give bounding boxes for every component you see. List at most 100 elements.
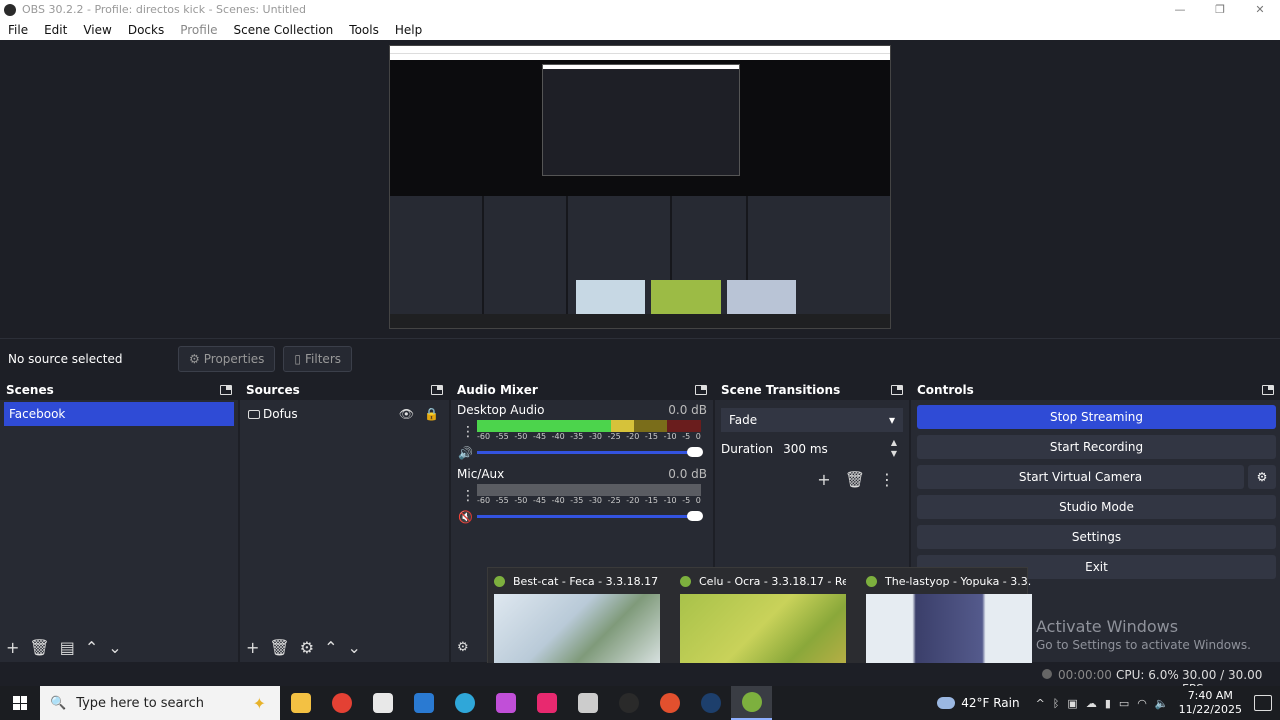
activate-windows-watermark: Activate Windows Go to Settings to activ… [1036, 617, 1251, 652]
taskbar-app[interactable] [485, 686, 526, 720]
mixer-header: Audio Mixer [451, 380, 713, 400]
notification-icon[interactable] [1254, 695, 1272, 711]
transition-select[interactable]: Fade ▾ [721, 408, 903, 432]
taskbar-app[interactable] [649, 686, 690, 720]
start-button[interactable] [0, 686, 40, 720]
slider-knob[interactable] [687, 511, 703, 521]
scene-filters-button[interactable]: ▤ [60, 638, 75, 657]
properties-button[interactable]: ⚙ Properties [178, 345, 276, 372]
add-source-button[interactable]: + [246, 638, 259, 657]
taskbar-app[interactable] [731, 686, 772, 720]
menu-scene-collection[interactable]: Scene Collection [226, 23, 342, 37]
volume-slider[interactable] [477, 511, 703, 521]
taskbar-search[interactable]: 🔍 Type here to search ✦ [40, 686, 280, 720]
sources-header: Sources [240, 380, 449, 400]
undock-icon[interactable] [220, 385, 232, 395]
slider-knob[interactable] [687, 447, 703, 457]
lock-icon[interactable]: 🔒 [424, 407, 439, 421]
duration-input[interactable]: 300 ms [783, 442, 903, 456]
remove-scene-button[interactable]: 🗑 [29, 638, 49, 657]
taskbar-app[interactable] [690, 686, 731, 720]
taskbar-app[interactable] [526, 686, 567, 720]
activate-line1: Activate Windows [1036, 617, 1179, 636]
volume-icon[interactable]: 🔈 [1155, 697, 1169, 710]
taskbar-app[interactable] [403, 686, 444, 720]
onedrive-icon[interactable]: ☁ [1086, 697, 1097, 710]
scale-tick: -10 [663, 432, 677, 441]
undock-icon[interactable] [695, 385, 707, 395]
scene-item-facebook[interactable]: Facebook [4, 402, 234, 426]
chevron-up-icon[interactable]: ^ [1036, 697, 1045, 710]
source-item-dofus[interactable]: Dofus 👁 🔒 [244, 402, 445, 426]
advanced-audio-gear-icon[interactable]: ⚙ [457, 640, 469, 655]
taskbar-app[interactable] [567, 686, 608, 720]
muted-speaker-icon[interactable]: 🔇 [458, 510, 473, 524]
close-button[interactable]: ✕ [1240, 0, 1280, 19]
taskbar-app[interactable] [280, 686, 321, 720]
rain-cloud-icon [937, 697, 956, 709]
menu-edit[interactable]: Edit [36, 23, 75, 37]
source-properties-button[interactable]: ⚙ [300, 638, 314, 657]
taskbar-app[interactable] [608, 686, 649, 720]
battery-icon[interactable]: ▭ [1119, 697, 1129, 710]
wifi-icon[interactable]: ◠ [1137, 697, 1147, 710]
volume-slider[interactable] [477, 447, 703, 457]
menu-docks[interactable]: Docks [120, 23, 172, 37]
undock-icon[interactable] [1262, 385, 1274, 395]
window-controls: — ❐ ✕ [1160, 0, 1280, 19]
move-up-button[interactable]: ⌃ [85, 638, 98, 657]
taskbar-app[interactable] [444, 686, 485, 720]
taskbar-app[interactable] [362, 686, 403, 720]
scenes-dock: Scenes Facebook + 🗑 ▤ ⌃ ⌄ [0, 380, 238, 662]
preview-canvas[interactable] [389, 45, 891, 329]
clock-date: 11/22/2025 [1178, 703, 1242, 716]
studio-mode-button[interactable]: Studio Mode [917, 495, 1276, 519]
obs-logo-icon [4, 3, 16, 16]
speaker-icon[interactable]: 🔊 [458, 446, 473, 460]
taskbar-clock[interactable]: 7:40 AM 11/22/2025 [1179, 689, 1242, 717]
volume-meter: -60 -55 -50 -45 -40 -35 -30 -25 -20 -15 -10 -5 0 [477, 420, 701, 442]
move-down-button[interactable]: ⌄ [347, 638, 360, 657]
weather-widget[interactable]: 42°F Rain [937, 696, 1020, 710]
settings-button[interactable]: Settings [917, 525, 1276, 549]
menu-tools[interactable]: Tools [341, 23, 387, 37]
stop-streaming-button[interactable]: Stop Streaming [917, 405, 1276, 429]
start-virtual-camera-button[interactable]: Start Virtual Camera [917, 465, 1244, 489]
scale-tick: -50 [514, 496, 528, 505]
menu-file[interactable]: File [0, 23, 36, 37]
menu-view[interactable]: View [75, 23, 119, 37]
filters-button[interactable]: ▯ Filters [283, 345, 353, 372]
duration-spinner[interactable]: ▲ ▼ [891, 437, 897, 459]
move-up-button[interactable]: ⌃ [324, 638, 337, 657]
transitions-toolbar: + 🗑 ⋮ [715, 460, 909, 489]
meet-now-icon[interactable]: ▣ [1067, 697, 1077, 710]
undock-icon[interactable] [891, 385, 903, 395]
track-menu-icon[interactable]: ⋮ [461, 488, 475, 504]
menu-help[interactable]: Help [387, 23, 430, 37]
move-down-button[interactable]: ⌄ [108, 638, 121, 657]
eye-icon[interactable]: 👁 [399, 407, 414, 421]
sparkle-icon: ✦ [252, 693, 266, 713]
undock-icon[interactable] [431, 385, 443, 395]
usb-icon[interactable]: ▮ [1105, 697, 1111, 710]
taskbar-app[interactable] [321, 686, 362, 720]
scale-tick: -5 [682, 432, 691, 441]
remove-transition-button[interactable]: 🗑 [845, 470, 865, 489]
add-scene-button[interactable]: + [6, 638, 19, 657]
track-db: 0.0 dB [668, 467, 707, 481]
scenes-toolbar: + 🗑 ▤ ⌃ ⌄ [0, 632, 238, 662]
add-transition-button[interactable]: + [817, 470, 830, 489]
start-recording-button[interactable]: Start Recording [917, 435, 1276, 459]
meter-segment [695, 484, 701, 496]
virtual-camera-settings-button[interactable]: ⚙ [1248, 465, 1276, 489]
menu-profile[interactable]: Profile [172, 23, 225, 37]
bluetooth-icon[interactable]: ᛒ [1053, 697, 1060, 710]
context-bar: No source selected ⚙ Properties ▯ Filter… [0, 338, 1280, 378]
dofus-icon [680, 575, 691, 587]
minimize-button[interactable]: — [1160, 0, 1200, 19]
obs-icon [618, 693, 639, 713]
transition-menu-icon[interactable]: ⋮ [879, 470, 895, 489]
maximize-button[interactable]: ❐ [1200, 0, 1240, 19]
track-menu-icon[interactable]: ⋮ [461, 424, 475, 440]
remove-source-button[interactable]: 🗑 [269, 638, 289, 657]
